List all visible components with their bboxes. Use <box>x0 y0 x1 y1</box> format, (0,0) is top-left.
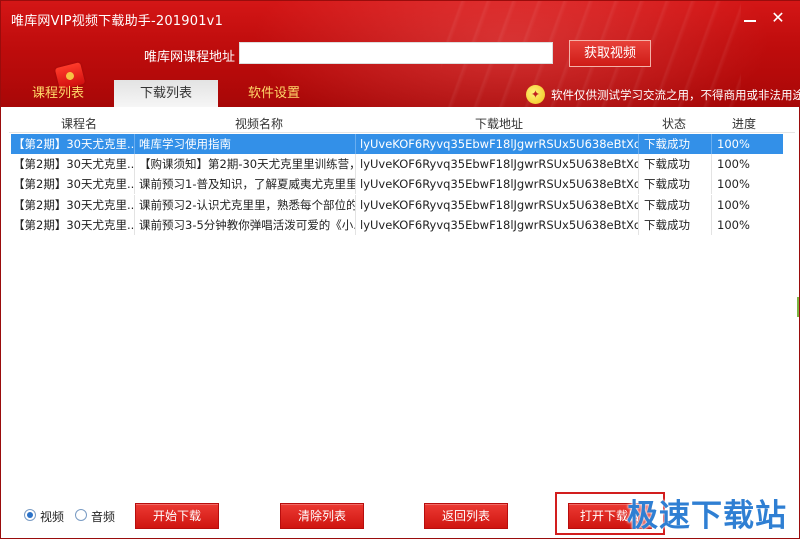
minimize-icon[interactable] <box>739 7 761 29</box>
tab-software-settings[interactable]: 软件设置 <box>239 80 309 107</box>
table-row[interactable]: 【第2期】30天尤克里... 唯库学习使用指南 lyUveKOF6Ryvq35E… <box>11 134 783 154</box>
column-header-progress[interactable]: 进度 <box>724 115 764 132</box>
video-format-radio[interactable] <box>24 509 36 521</box>
cell-url: lyUveKOF6Ryvq35EbwF18lJgwrRSUx5U638eBtXd… <box>357 154 639 174</box>
cell-video: 【购课须知】第2期-30天尤克里里训练营，... <box>136 154 356 174</box>
column-header-url[interactable]: 下载地址 <box>449 115 549 132</box>
cell-course: 【第2期】30天尤克里... <box>11 195 135 215</box>
cell-video: 唯库学习使用指南 <box>136 134 356 154</box>
back-to-list-button[interactable]: 返回列表 <box>424 503 508 529</box>
close-icon[interactable]: ✕ <box>767 7 789 29</box>
table-row[interactable]: 【第2期】30天尤克里... 【购课须知】第2期-30天尤克里里训练营，... … <box>11 154 783 174</box>
table-row[interactable]: 【第2期】30天尤克里... 课前预习2-认识尤克里里，熟悉每个部位的... l… <box>11 195 783 215</box>
window-title: 唯库网VIP视频下载助手-201901v1 <box>11 14 224 29</box>
cell-status: 下载成功 <box>640 195 712 215</box>
column-header-status[interactable]: 状态 <box>654 115 694 132</box>
header-banner: 唯库网VIP视频下载助手-201901v1 ✕ 唯库网课程地址 获取视频 课程列… <box>1 1 800 107</box>
course-url-input[interactable] <box>239 42 553 64</box>
start-download-button[interactable]: 开始下载 <box>135 503 219 529</box>
app-window: 唯库网VIP视频下载助手-201901v1 ✕ 唯库网课程地址 获取视频 课程列… <box>0 0 800 539</box>
cell-status: 下载成功 <box>640 174 712 194</box>
cell-progress: 100% <box>717 198 750 212</box>
cell-video: 课前预习1-普及知识，了解夏威夷尤克里里... <box>136 174 356 194</box>
download-table: 课程名 视频名称 下载地址 状态 进度 【第2期】30天尤克里... 唯库学习使… <box>9 110 795 490</box>
column-header-video[interactable]: 视频名称 <box>209 115 309 132</box>
cell-progress: 100% <box>717 218 750 232</box>
cell-video: 课前预习3-5分钟教你弹唱活泼可爱的《小... <box>136 215 356 235</box>
cell-video: 课前预习2-认识尤克里里，熟悉每个部位的... <box>136 195 356 215</box>
cell-url: lyUveKOF6Ryvq35EbwF18lJgwrRSUx5U638eBtXd… <box>357 174 639 194</box>
cell-progress: 100% <box>717 137 750 151</box>
tab-download-list[interactable]: 下载列表 <box>114 80 218 107</box>
audio-format-label[interactable]: 音频 <box>91 508 115 525</box>
site-watermark: 极速下载站 <box>627 498 787 534</box>
cell-course: 【第2期】30天尤克里... <box>11 174 135 194</box>
fetch-video-button[interactable]: 获取视频 <box>569 40 651 67</box>
cell-url: lyUveKOF6Ryvq35EbwF18lJgwrRSUx5U638eBtXd… <box>357 195 639 215</box>
table-row[interactable]: 【第2期】30天尤克里... 课前预习3-5分钟教你弹唱活泼可爱的《小... l… <box>11 215 783 235</box>
table-row[interactable]: 【第2期】30天尤克里... 课前预习1-普及知识，了解夏威夷尤克里里... l… <box>11 174 783 194</box>
table-header: 课程名 视频名称 下载地址 状态 进度 <box>9 110 795 133</box>
tab-course-list[interactable]: 课程列表 <box>21 80 95 107</box>
edge-decoration <box>797 297 799 317</box>
cell-course: 【第2期】30天尤克里... <box>11 134 135 154</box>
video-format-label[interactable]: 视频 <box>40 508 64 525</box>
cell-course: 【第2期】30天尤克里... <box>11 154 135 174</box>
disclaimer-text: 软件仅供测试学习交流之用，不得商用或非法用途 <box>551 88 800 102</box>
lightbulb-icon: ✦ <box>526 85 545 104</box>
audio-format-radio[interactable] <box>75 509 87 521</box>
cell-url: lyUveKOF6Ryvq35EbwF18lJgwrRSUx5U638eBtXd… <box>357 215 639 235</box>
cell-progress: 100% <box>717 177 750 191</box>
cell-status: 下载成功 <box>640 154 712 174</box>
course-url-label: 唯库网课程地址 <box>144 50 236 65</box>
cell-progress: 100% <box>717 157 750 171</box>
cell-status: 下载成功 <box>640 134 712 154</box>
cell-course: 【第2期】30天尤克里... <box>11 215 135 235</box>
cell-url: lyUveKOF6Ryvq35EbwF18lJgwrRSUx5U638eBtXd… <box>357 134 639 154</box>
clear-list-button[interactable]: 清除列表 <box>280 503 364 529</box>
cell-status: 下载成功 <box>640 215 712 235</box>
column-header-course[interactable]: 课程名 <box>39 115 119 132</box>
